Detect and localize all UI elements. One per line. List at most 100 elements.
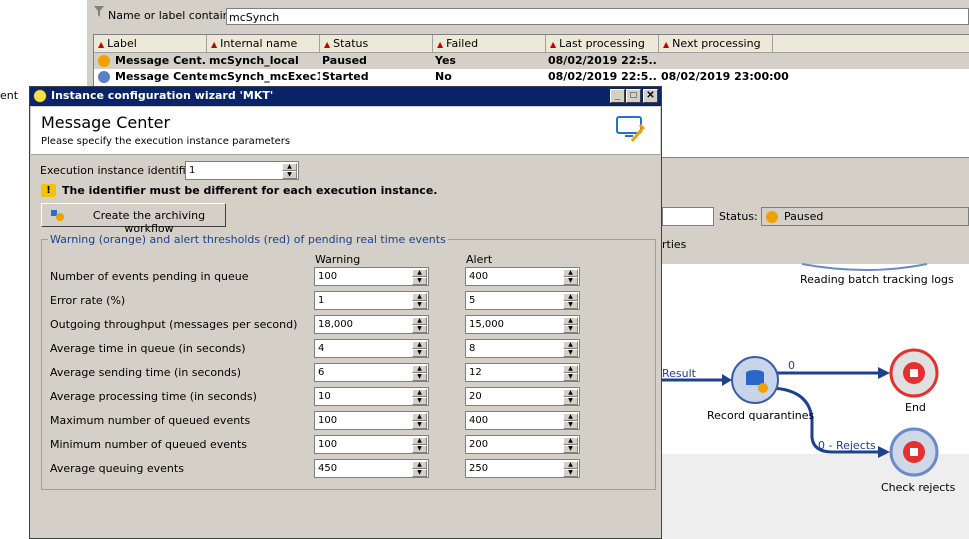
column-header-failed[interactable]: ▲ Failed (433, 35, 546, 52)
spin-up-button[interactable]: ▲ (563, 365, 578, 373)
spin-down-button[interactable]: ▼ (563, 301, 578, 309)
instance-configuration-dialog: Instance configuration wizard 'MKT' _ □ … (29, 86, 662, 539)
close-button[interactable]: ✕ (643, 89, 658, 103)
reading-logs-label: Reading batch tracking logs (800, 273, 954, 286)
column-header-status[interactable]: ▲ Status (320, 35, 433, 52)
funnel-icon (94, 6, 104, 17)
spin-up-button[interactable]: ▲ (563, 461, 578, 469)
spin-up-button[interactable]: ▲ (412, 317, 427, 325)
spin-up-button[interactable]: ▲ (282, 163, 297, 171)
spin-down-button[interactable]: ▼ (282, 171, 297, 179)
spin-down-button[interactable]: ▼ (412, 445, 427, 453)
spin-down-button[interactable]: ▼ (412, 301, 427, 309)
warning-threshold-input[interactable] (316, 341, 412, 356)
spin-down-button[interactable]: ▼ (412, 277, 427, 285)
warning-threshold-stepper[interactable]: ▲▼ (314, 267, 429, 286)
spin-up-button[interactable]: ▲ (563, 413, 578, 421)
warning-threshold-stepper[interactable]: ▲▼ (314, 291, 429, 310)
row-label: Message Cent... (115, 54, 207, 67)
alert-threshold-input[interactable] (467, 461, 563, 476)
spin-up-button[interactable]: ▲ (412, 413, 427, 421)
spin-up-button[interactable]: ▲ (563, 317, 578, 325)
row-failed: Yes (435, 54, 456, 67)
column-header-last-processing[interactable]: ▲ Last processing (546, 35, 659, 52)
maximize-button[interactable]: □ (626, 89, 641, 103)
alert-threshold-stepper[interactable]: ▲▼ (465, 339, 580, 358)
spin-down-button[interactable]: ▼ (412, 325, 427, 333)
spin-down-button[interactable]: ▼ (563, 421, 578, 429)
spin-down-button[interactable]: ▼ (563, 373, 578, 381)
warning-threshold-input[interactable] (316, 437, 412, 452)
alert-threshold-stepper[interactable]: ▲▼ (465, 435, 580, 454)
spin-down-button[interactable]: ▼ (563, 469, 578, 477)
warning-threshold-stepper[interactable]: ▲▼ (314, 411, 429, 430)
spin-up-button[interactable]: ▲ (412, 461, 427, 469)
warning-threshold-input[interactable] (316, 413, 412, 428)
spin-up-button[interactable]: ▲ (412, 389, 427, 397)
spin-down-button[interactable]: ▼ (412, 469, 427, 477)
spin-up-button[interactable]: ▲ (412, 269, 427, 277)
alert-threshold-stepper[interactable]: ▲▼ (465, 363, 580, 382)
alert-threshold-stepper[interactable]: ▲▼ (465, 411, 580, 430)
spin-up-button[interactable]: ▲ (412, 365, 427, 373)
alert-threshold-input[interactable] (467, 413, 563, 428)
warning-threshold-stepper[interactable]: ▲▼ (314, 459, 429, 478)
warning-threshold-stepper[interactable]: ▲▼ (314, 363, 429, 382)
spin-up-button[interactable]: ▲ (412, 293, 427, 301)
column-header-label[interactable]: ▲ Label (94, 35, 207, 52)
warning-threshold-input[interactable] (316, 389, 412, 404)
warning-threshold-stepper[interactable]: ▲▼ (314, 387, 429, 406)
column-header-next-processing[interactable]: ▲ Next processing (659, 35, 773, 52)
column-header-internal-name[interactable]: ▲ Internal name (207, 35, 320, 52)
table-row[interactable]: Message Cente... mcSynch_mcExec1 Started… (94, 69, 969, 85)
spin-up-button[interactable]: ▲ (563, 293, 578, 301)
warning-threshold-input[interactable] (316, 461, 412, 476)
spin-up-button[interactable]: ▲ (563, 341, 578, 349)
spin-down-button[interactable]: ▼ (412, 421, 427, 429)
create-archiving-workflow-button[interactable]: Create the archiving workflow (41, 203, 226, 235)
spin-up-button[interactable]: ▲ (412, 437, 427, 445)
alert-threshold-input[interactable] (467, 389, 563, 404)
minimize-button[interactable]: _ (610, 89, 625, 103)
threshold-label: Average queuing events (50, 462, 184, 475)
alert-threshold-stepper[interactable]: ▲▼ (465, 291, 580, 310)
spin-down-button[interactable]: ▼ (563, 349, 578, 357)
spin-up-button[interactable]: ▲ (563, 437, 578, 445)
background-input[interactable] (662, 207, 714, 226)
alert-threshold-input[interactable] (467, 293, 563, 308)
alert-threshold-input[interactable] (467, 317, 563, 332)
alert-threshold-input[interactable] (467, 365, 563, 380)
alert-threshold-input[interactable] (467, 341, 563, 356)
filter-input[interactable]: mcSynch (226, 8, 969, 25)
spin-down-button[interactable]: ▼ (412, 349, 427, 357)
warning-threshold-stepper[interactable]: ▲▼ (314, 339, 429, 358)
alert-threshold-stepper[interactable]: ▲▼ (465, 267, 580, 286)
warning-threshold-stepper[interactable]: ▲▼ (314, 435, 429, 454)
warning-threshold-input[interactable] (316, 293, 412, 308)
result-label: Result (662, 367, 696, 380)
spin-down-button[interactable]: ▼ (563, 397, 578, 405)
table-row[interactable]: Message Cent... mcSynch_local Paused Yes… (94, 53, 969, 69)
spin-up-button[interactable]: ▲ (563, 389, 578, 397)
alert-threshold-stepper[interactable]: ▲▼ (465, 459, 580, 478)
warning-threshold-input[interactable] (316, 365, 412, 380)
exec-id-stepper[interactable]: ▲ ▼ (185, 161, 299, 180)
exec-id-input[interactable] (187, 163, 281, 178)
spin-down-button[interactable]: ▼ (412, 397, 427, 405)
dialog-titlebar[interactable]: Instance configuration wizard 'MKT' _ □ … (30, 87, 661, 106)
alert-threshold-input[interactable] (467, 269, 563, 284)
warning-threshold-input[interactable] (316, 269, 412, 284)
row-status: Paused (322, 54, 367, 67)
spin-down-button[interactable]: ▼ (563, 325, 578, 333)
alert-threshold-input[interactable] (467, 437, 563, 452)
spin-down-button[interactable]: ▼ (563, 277, 578, 285)
warning-threshold-stepper[interactable]: ▲▼ (314, 315, 429, 334)
warning-column-header: Warning (315, 253, 361, 266)
spin-up-button[interactable]: ▲ (563, 269, 578, 277)
spin-up-button[interactable]: ▲ (412, 341, 427, 349)
alert-threshold-stepper[interactable]: ▲▼ (465, 387, 580, 406)
warning-threshold-input[interactable] (316, 317, 412, 332)
spin-down-button[interactable]: ▼ (412, 373, 427, 381)
spin-down-button[interactable]: ▼ (563, 445, 578, 453)
alert-threshold-stepper[interactable]: ▲▼ (465, 315, 580, 334)
